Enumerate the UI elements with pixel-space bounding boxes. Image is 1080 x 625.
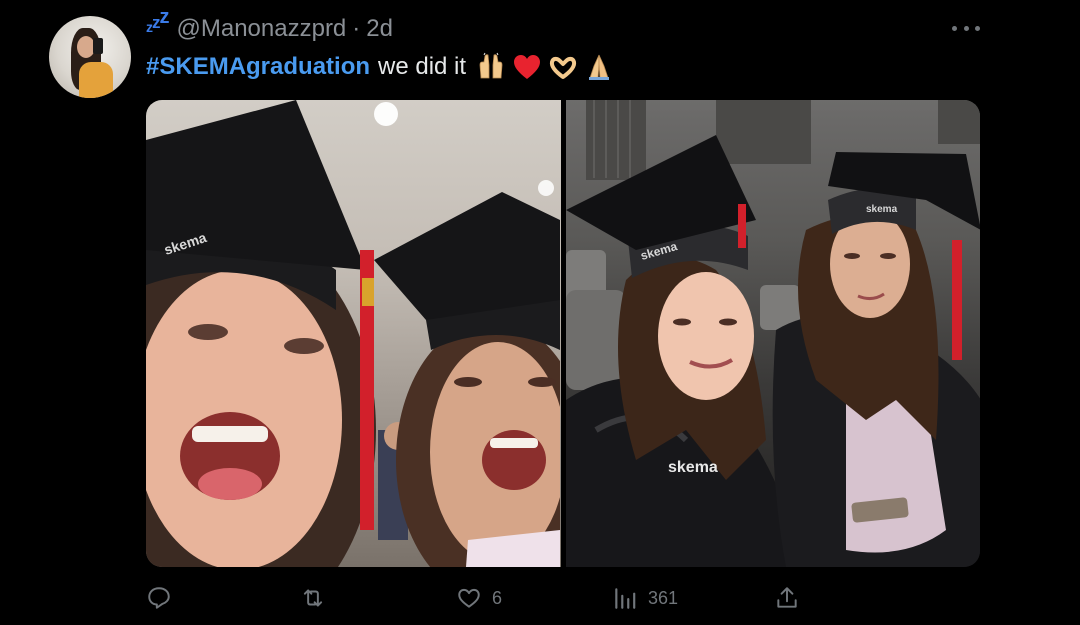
- tweet-header: zzz @Manonazzprd · 2d: [146, 5, 393, 46]
- raising-hands-emoji: [476, 52, 506, 82]
- views-count: 361: [648, 587, 679, 608]
- avatar-phone: [93, 38, 103, 54]
- retweet-icon: [303, 589, 323, 607]
- views-button[interactable]: 361: [612, 580, 678, 616]
- user-handle[interactable]: @Manonazzprd: [177, 15, 347, 43]
- retweet-button[interactable]: [300, 580, 336, 616]
- tweet-text: #SKEMAgraduation we did it: [146, 50, 614, 84]
- reply-icon: [148, 587, 170, 609]
- emoji-row: [476, 52, 614, 82]
- red-heart-emoji: [512, 52, 542, 82]
- gown-logo-text: skema: [668, 459, 718, 476]
- avatar-clothing: [79, 62, 113, 98]
- tweet-body: we did it: [378, 53, 467, 80]
- hashtag-link[interactable]: #SKEMAgraduation: [146, 53, 370, 81]
- avatar[interactable]: [49, 16, 131, 98]
- tweet: zzz @Manonazzprd · 2d #SKEMAgraduation w…: [0, 0, 1080, 625]
- share-icon: [777, 587, 797, 608]
- views-icon: [615, 588, 636, 609]
- tweet-media[interactable]: skema skema skema skema: [146, 100, 980, 567]
- heart-hands-emoji: [548, 52, 578, 82]
- tweet-actions: 6 361: [0, 580, 1080, 616]
- cap-logo-text-3: skema: [866, 204, 898, 215]
- like-count: 6: [492, 587, 503, 608]
- reply-button[interactable]: [146, 580, 182, 616]
- more-options-icon[interactable]: [952, 18, 980, 38]
- zzz-sleeping-icon: zzz: [146, 5, 170, 35]
- heart-icon: [458, 588, 480, 608]
- like-button[interactable]: 6: [456, 580, 502, 616]
- folded-hands-emoji: [584, 52, 614, 82]
- timestamp[interactable]: 2d: [366, 15, 393, 43]
- graduates-seated-photo[interactable]: skema skema skema: [565, 100, 980, 567]
- share-button[interactable]: [774, 580, 810, 616]
- separator-dot: ·: [352, 15, 361, 42]
- selfie-graduates-photo[interactable]: skema: [146, 100, 561, 567]
